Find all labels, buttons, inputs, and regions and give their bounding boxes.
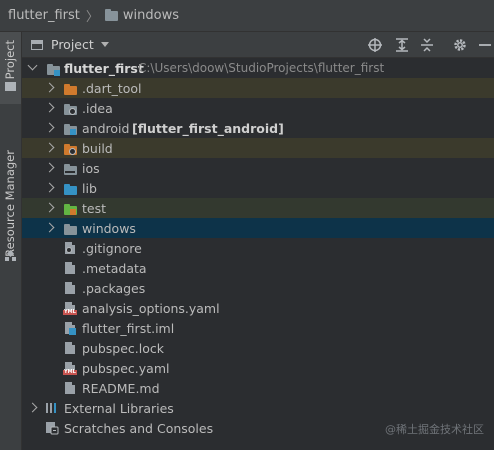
watermark: @稀土掘金技术社区 — [385, 423, 484, 436]
folder-name: ios — [82, 160, 100, 176]
folder-icon — [63, 221, 77, 235]
text-file-icon — [63, 261, 77, 275]
tree-file[interactable]: pubspec.lock — [22, 338, 494, 358]
source-folder-icon — [63, 181, 77, 195]
file-name: analysis_options.yaml — [82, 300, 220, 316]
tree-file[interactable]: YML analysis_options.yaml — [22, 298, 494, 318]
scratches-label: Scratches and Consoles — [64, 420, 214, 436]
tree-root[interactable]: flutter_first C:\Users\doow\StudioProjec… — [22, 58, 494, 78]
chevron-right-icon[interactable] — [44, 102, 55, 113]
tree-folder[interactable]: ios — [22, 158, 494, 178]
folder-name: build — [82, 140, 113, 156]
excluded-folder-icon — [63, 141, 77, 155]
hide-icon[interactable] — [477, 37, 493, 53]
breadcrumb: flutter_first 〉 windows — [0, 0, 494, 32]
file-name: .metadata — [82, 260, 147, 276]
chevron-right-icon[interactable] — [44, 202, 55, 213]
breadcrumb-folder[interactable]: windows — [123, 8, 179, 23]
tree-file[interactable]: YML pubspec.yaml — [22, 358, 494, 378]
module-name: [flutter_first_android] — [132, 120, 284, 136]
file-name: flutter_first.iml — [82, 320, 175, 336]
chevron-down-icon[interactable] — [100, 42, 109, 47]
project-tool-tab[interactable]: Project — [0, 32, 21, 104]
markdown-file-icon — [63, 381, 77, 395]
yaml-file-icon: YML — [63, 301, 77, 315]
folder-name: lib — [82, 180, 97, 196]
module-folder-icon — [46, 61, 60, 76]
resource-manager-tab-label: Resource Manager — [3, 150, 17, 257]
expand-all-icon[interactable] — [394, 37, 410, 53]
resource-manager-icon — [5, 250, 16, 261]
root-name: flutter_first — [64, 60, 144, 76]
test-folder-icon — [63, 201, 77, 215]
chevron-right-icon[interactable] — [44, 142, 55, 153]
folder-name: .dart_tool — [82, 80, 142, 96]
tree-file[interactable]: README.md — [22, 378, 494, 398]
gitignore-file-icon — [63, 241, 77, 255]
tree-folder[interactable]: android [flutter_first_android] — [22, 118, 494, 138]
tool-window-strip: Project Resource Manager — [0, 32, 22, 450]
file-name: pubspec.yaml — [82, 360, 170, 376]
folder-icon — [5, 82, 16, 91]
folder-name: test — [82, 200, 107, 216]
file-name: README.md — [82, 380, 160, 396]
chevron-right-icon[interactable] — [44, 222, 55, 233]
project-toolbar: Project — [22, 32, 494, 58]
root-path: C:\Users\doow\StudioProjects\flutter_fir… — [138, 61, 385, 75]
folder-name: .idea — [82, 100, 113, 116]
file-name: .packages — [82, 280, 146, 296]
project-tool-tab-label: Project — [3, 40, 17, 80]
folder-icon — [104, 8, 118, 21]
tree-folder[interactable]: windows — [22, 218, 494, 238]
folder-name: windows — [82, 220, 136, 236]
module-folder-icon — [63, 121, 77, 135]
yaml-file-icon: YML — [63, 361, 77, 375]
tree-folder[interactable]: lib — [22, 178, 494, 198]
collapse-all-icon[interactable] — [419, 37, 435, 53]
breadcrumb-project[interactable]: flutter_first — [8, 8, 80, 23]
library-icon — [46, 403, 56, 413]
file-name: pubspec.lock — [82, 340, 165, 356]
text-file-icon — [63, 281, 77, 295]
tree-folder[interactable]: .idea — [22, 98, 494, 118]
gear-icon[interactable] — [452, 37, 468, 53]
project-tree: flutter_first C:\Users\doow\StudioProjec… — [22, 58, 494, 450]
file-name: .gitignore — [82, 240, 142, 256]
folder-name: android — [82, 120, 130, 136]
scratches-icon — [46, 422, 59, 435]
tree-folder[interactable]: test — [22, 198, 494, 218]
tree-folder[interactable]: build — [22, 138, 494, 158]
tree-folder[interactable]: .dart_tool — [22, 78, 494, 98]
chevron-right-icon[interactable] — [27, 402, 38, 413]
settings-folder-icon — [63, 101, 77, 115]
tree-external-libraries[interactable]: External Libraries — [22, 398, 494, 418]
tree-file[interactable]: .metadata — [22, 258, 494, 278]
module-file-icon — [63, 321, 77, 335]
chevron-right-icon[interactable] — [44, 162, 55, 173]
chevron-right-icon[interactable] — [44, 122, 55, 133]
chevron-right-icon[interactable] — [44, 82, 55, 93]
project-view-icon — [31, 39, 43, 50]
chevron-right-icon[interactable] — [44, 182, 55, 193]
chevron-down-icon[interactable] — [27, 60, 38, 71]
external-libraries-label: External Libraries — [64, 400, 174, 416]
project-view-selector[interactable]: Project — [51, 37, 94, 52]
excluded-folder-icon — [63, 81, 77, 95]
breadcrumb-separator: 〉 — [85, 10, 99, 25]
tree-file[interactable]: flutter_first.iml — [22, 318, 494, 338]
tree-file[interactable]: .packages — [22, 278, 494, 298]
text-file-icon — [63, 341, 77, 355]
folder-icon — [63, 161, 77, 175]
locate-file-icon[interactable] — [367, 37, 383, 53]
tree-file[interactable]: .gitignore — [22, 238, 494, 258]
